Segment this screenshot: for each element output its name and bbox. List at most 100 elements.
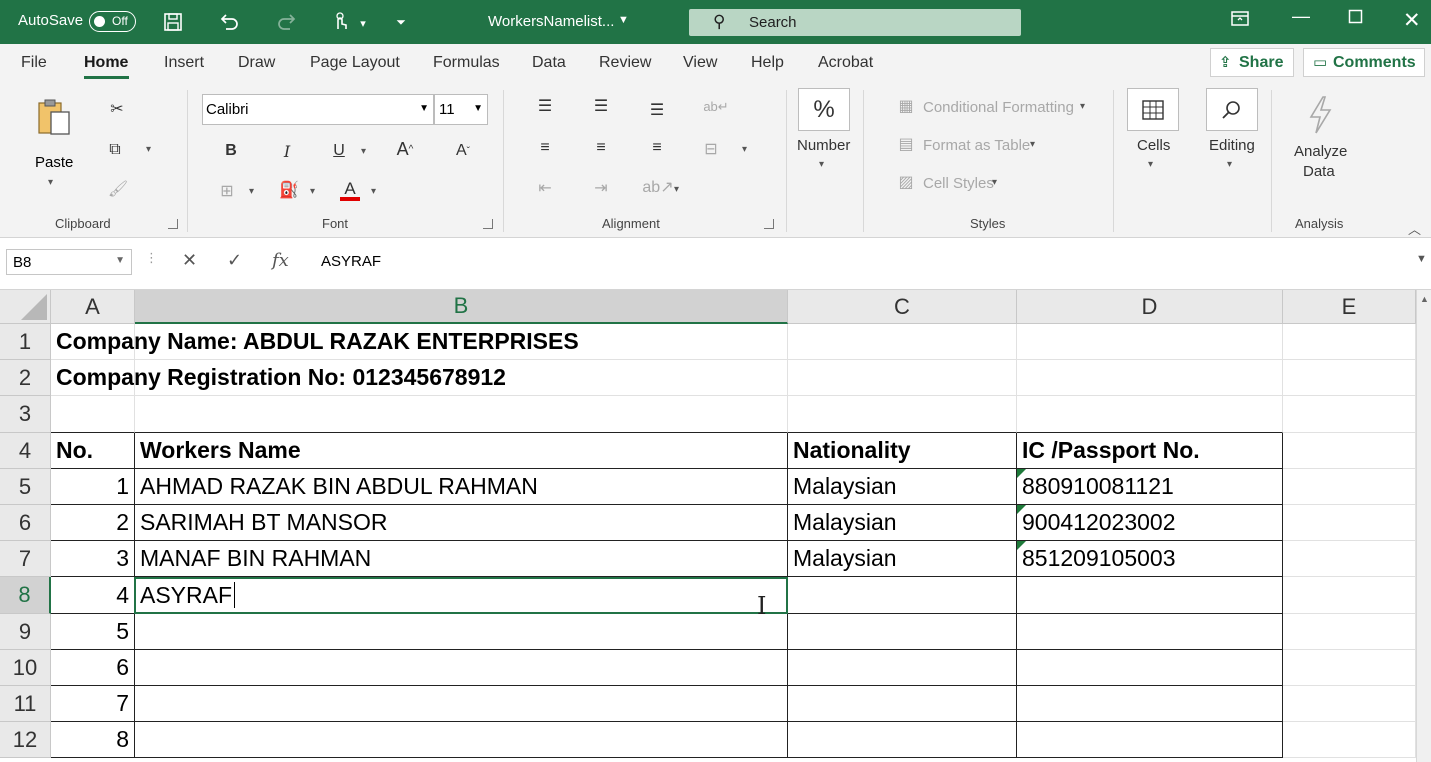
paste-dropdown-icon[interactable]: ▾: [48, 177, 53, 188]
cell-c7[interactable]: Malaysian: [788, 541, 1017, 577]
share-button[interactable]: ⇪ Share: [1210, 48, 1294, 77]
cell-e9[interactable]: [1283, 614, 1416, 650]
cell-e8[interactable]: [1283, 577, 1416, 614]
analyze-data-label-2[interactable]: Data: [1303, 163, 1335, 180]
row-header-4[interactable]: 4: [0, 433, 51, 469]
tab-help[interactable]: Help: [751, 54, 784, 72]
format-as-table-dropdown-icon[interactable]: ▾: [1030, 139, 1035, 150]
analyze-data-icon[interactable]: [1303, 94, 1337, 136]
cell-c9[interactable]: [788, 614, 1017, 650]
row-header-9[interactable]: 9: [0, 614, 51, 650]
cell-e7[interactable]: [1283, 541, 1416, 577]
fill-color-dropdown-icon[interactable]: ▾: [310, 186, 315, 197]
cell-b2[interactable]: [135, 360, 788, 396]
cell-a6[interactable]: 2: [51, 505, 135, 541]
scroll-up-icon[interactable]: ▲: [1420, 294, 1429, 304]
align-bottom-icon[interactable]: ☰: [646, 100, 668, 120]
customize-qat-icon[interactable]: ⏷: [388, 9, 414, 35]
redo-icon[interactable]: [274, 9, 300, 35]
row-header-10[interactable]: 10: [0, 650, 51, 686]
number-as-text-indicator[interactable]: [1017, 469, 1026, 478]
row-header-3[interactable]: 3: [0, 396, 51, 433]
cell-a2[interactable]: Company Registration No: 012345678912: [51, 360, 506, 396]
cell-c6[interactable]: Malaysian: [788, 505, 1017, 541]
cell-c12[interactable]: [788, 722, 1017, 758]
decrease-indent-icon[interactable]: ⇤: [534, 178, 556, 198]
cell-c11[interactable]: [788, 686, 1017, 722]
cell-d11[interactable]: [1017, 686, 1283, 722]
close-icon[interactable]: ✕: [1403, 8, 1421, 33]
cell-e6[interactable]: [1283, 505, 1416, 541]
merge-center-icon[interactable]: ⊟: [700, 138, 722, 160]
vertical-scrollbar[interactable]: ▲: [1416, 290, 1431, 762]
cells-button[interactable]: [1127, 88, 1179, 131]
tab-review[interactable]: Review: [599, 54, 651, 72]
borders-dropdown-icon[interactable]: ▾: [249, 186, 254, 197]
increase-indent-icon[interactable]: ⇥: [590, 178, 612, 198]
cell-a10[interactable]: 6: [51, 650, 135, 686]
italic-icon[interactable]: I: [276, 140, 298, 162]
cell-a3[interactable]: [51, 396, 135, 433]
row-header-7[interactable]: 7: [0, 541, 51, 577]
cell-b8[interactable]: ASYRAF: [135, 577, 788, 614]
cell-d5[interactable]: 880910081121: [1017, 469, 1283, 505]
cell-e4[interactable]: [1283, 433, 1416, 469]
align-right-icon[interactable]: ≡: [646, 138, 668, 158]
cell-b10[interactable]: [135, 650, 788, 686]
cell-e12[interactable]: [1283, 722, 1416, 758]
cell-a4[interactable]: No.: [51, 433, 135, 469]
align-center-icon[interactable]: ≡: [590, 138, 612, 158]
insert-function-icon[interactable]: fx: [272, 250, 289, 271]
cell-d2[interactable]: [1017, 360, 1283, 396]
column-header-e[interactable]: E: [1283, 290, 1416, 324]
search-box[interactable]: ⚲ Search: [689, 9, 1021, 36]
row-header-12[interactable]: 12: [0, 722, 51, 758]
editing-button[interactable]: [1206, 88, 1258, 131]
cell-d6[interactable]: 900412023002: [1017, 505, 1283, 541]
copy-icon[interactable]: ⧉: [104, 138, 126, 162]
cell-styles-icon[interactable]: ▨: [896, 172, 916, 192]
tab-acrobat[interactable]: Acrobat: [818, 54, 873, 72]
tab-home[interactable]: Home: [84, 54, 128, 72]
expand-formula-bar-icon[interactable]: ▼: [1416, 253, 1427, 265]
number-dropdown-icon[interactable]: ▾: [819, 159, 824, 170]
clipboard-launcher-icon[interactable]: [168, 219, 178, 229]
cell-b12[interactable]: [135, 722, 788, 758]
cell-e5[interactable]: [1283, 469, 1416, 505]
column-header-a[interactable]: A: [51, 290, 135, 324]
orientation-dropdown-icon[interactable]: ▾: [674, 184, 679, 195]
cell-a11[interactable]: 7: [51, 686, 135, 722]
cell-a5[interactable]: 1: [51, 469, 135, 505]
cell-e1[interactable]: [1283, 324, 1416, 360]
cell-b3[interactable]: [135, 396, 788, 433]
cell-b9[interactable]: [135, 614, 788, 650]
cell-a9[interactable]: 5: [51, 614, 135, 650]
comments-button[interactable]: ▭ Comments: [1303, 48, 1425, 77]
cell-styles-label[interactable]: Cell Styles: [923, 175, 994, 192]
cancel-entry-icon[interactable]: ✕: [182, 250, 197, 271]
column-header-d[interactable]: D: [1017, 290, 1283, 324]
bold-icon[interactable]: B: [220, 140, 242, 162]
cell-a7[interactable]: 3: [51, 541, 135, 577]
cell-d12[interactable]: [1017, 722, 1283, 758]
cell-d3[interactable]: [1017, 396, 1283, 433]
increase-font-size-icon[interactable]: A ^: [392, 138, 418, 160]
number-as-text-indicator[interactable]: [1017, 505, 1026, 514]
tab-insert[interactable]: Insert: [164, 54, 204, 72]
cell-a1[interactable]: Company Name: ABDUL RAZAK ENTERPRISES: [51, 324, 579, 360]
cell-d10[interactable]: [1017, 650, 1283, 686]
row-header-1[interactable]: 1: [0, 324, 51, 360]
touch-mode-dropdown-icon[interactable]: ▾: [350, 10, 376, 36]
cell-e10[interactable]: [1283, 650, 1416, 686]
format-as-table-icon[interactable]: ▤: [896, 134, 916, 154]
font-color-dropdown-icon[interactable]: ▾: [371, 186, 376, 197]
cell-a8[interactable]: 4: [51, 577, 135, 614]
tab-page-layout[interactable]: Page Layout: [310, 54, 400, 72]
cell-c8[interactable]: [788, 577, 1017, 614]
maximize-icon[interactable]: [1348, 9, 1364, 30]
cell-c4[interactable]: Nationality: [788, 433, 1017, 469]
document-title[interactable]: WorkersNamelist...: [488, 13, 614, 30]
cell-c1[interactable]: [788, 324, 1017, 360]
tab-draw[interactable]: Draw: [238, 54, 275, 72]
fill-color-icon[interactable]: ⛽: [278, 178, 300, 202]
